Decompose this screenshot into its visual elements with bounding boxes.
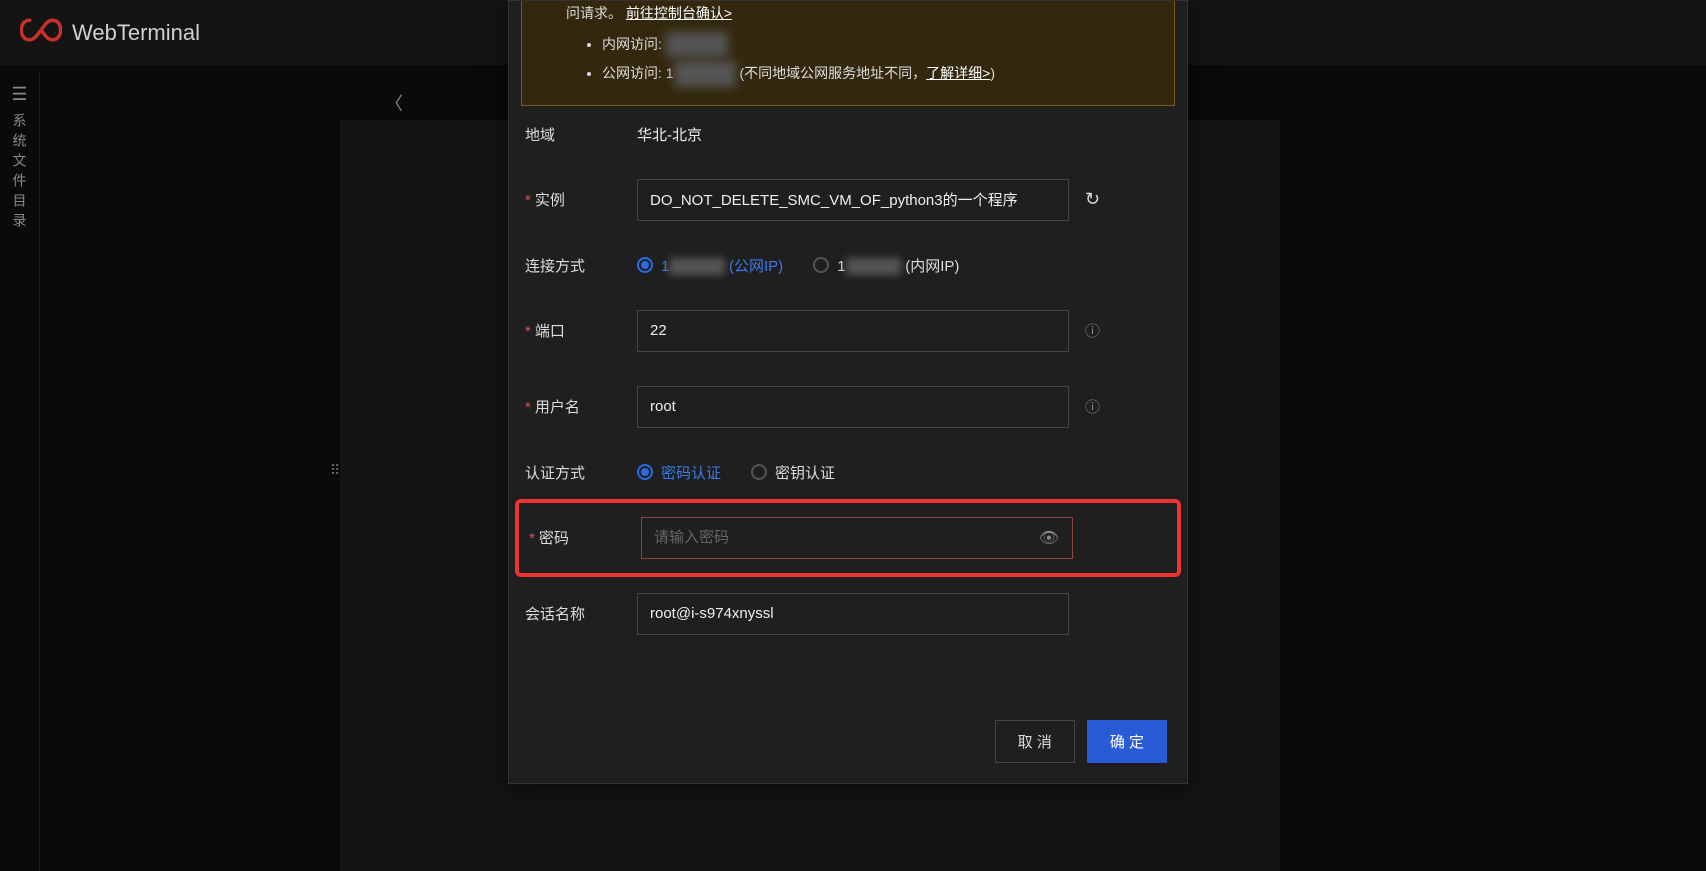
back-icon[interactable]: 〈 (385, 90, 403, 116)
paren-close: ) (990, 65, 995, 81)
notice-intranet: 内网访问: xx (602, 30, 1160, 59)
row-port: *端口 ⓘ (525, 310, 1171, 352)
radio-dot-icon (637, 257, 653, 273)
connection-label: 连接方式 (525, 255, 637, 276)
notice-public: 公网访问: 1xx (不同地域公网服务地址不同，了解详细>) (602, 59, 1160, 88)
console-link[interactable]: 前往控制台确认> (626, 5, 732, 21)
row-connection: 连接方式 1x (公网IP) 1x (内网IP) (525, 255, 1171, 276)
password-input[interactable] (641, 517, 1073, 559)
port-label: *端口 (525, 320, 637, 341)
notice-box: 问请求。 前往控制台确认> 内网访问: xx 公网访问: 1xx (不同地域公网… (521, 1, 1175, 106)
logo-icon (20, 16, 62, 49)
radio-password-auth[interactable]: 密码认证 (637, 462, 721, 483)
logo: WebTerminal (20, 16, 200, 49)
notice-intranet-label: 内网访问: (602, 36, 666, 52)
refresh-icon[interactable]: ↻ (1085, 189, 1100, 210)
notice-public-label: 公网访问: 1 (602, 65, 674, 81)
redacted-ip: xx (666, 32, 728, 57)
username-input[interactable] (637, 386, 1069, 428)
radio-dot-icon (637, 464, 653, 480)
radio-key-auth[interactable]: 密钥认证 (751, 462, 835, 483)
sidebar-label[interactable]: 系统文件目录 (10, 113, 30, 233)
help-icon[interactable]: ⓘ (1085, 396, 1100, 417)
notice-public-suffix: (不同地域公网服务地址不同， (739, 65, 926, 81)
pub-ip-suffix: (公网IP) (729, 258, 783, 275)
redacted-ip: x (846, 258, 902, 275)
redacted-ip: xx (674, 61, 736, 86)
row-username: *用户名 ⓘ (525, 386, 1171, 428)
eye-icon[interactable]: 👁 (1039, 528, 1059, 548)
confirm-button[interactable]: 确 定 (1087, 720, 1167, 763)
instance-label: *实例 (525, 189, 637, 210)
drag-handle-icon[interactable]: ⠿ (330, 462, 338, 479)
row-auth: 认证方式 密码认证 密钥认证 (525, 462, 1171, 483)
row-password: *密码 👁 (525, 517, 1171, 559)
priv-ip-prefix: 1 (837, 258, 845, 275)
username-label: *用户名 (525, 396, 637, 417)
port-input[interactable] (637, 310, 1069, 352)
session-input[interactable] (637, 593, 1069, 635)
auth-key-label: 密钥认证 (775, 462, 835, 483)
help-icon[interactable]: ⓘ (1085, 320, 1100, 341)
cancel-button[interactable]: 取 消 (995, 720, 1075, 763)
priv-ip-suffix: (内网IP) (905, 258, 959, 275)
row-instance: *实例 ↻ (525, 179, 1171, 221)
radio-dot-icon (751, 464, 767, 480)
row-region: 地域 华北-北京 (525, 124, 1171, 145)
notice-text: 问请求。 (566, 5, 622, 21)
form: 地域 华北-北京 *实例 ↻ 连接方式 1x (公网IP) 1x (内网IP) (509, 106, 1187, 635)
modal-footer: 取 消 确 定 (995, 720, 1167, 763)
password-highlight: *密码 👁 (515, 499, 1181, 577)
learn-more-link[interactable]: 了解详细> (926, 65, 990, 81)
session-label: 会话名称 (525, 603, 637, 624)
radio-private-ip[interactable]: 1x (内网IP) (813, 255, 959, 276)
row-session: 会话名称 (525, 593, 1171, 635)
radio-public-ip[interactable]: 1x (公网IP) (637, 255, 783, 276)
redacted-ip: x (669, 258, 725, 275)
region-label: 地域 (525, 124, 637, 145)
password-label: *密码 (529, 527, 641, 548)
region-value: 华北-北京 (637, 124, 702, 145)
auth-label: 认证方式 (525, 462, 637, 483)
auth-pwd-label: 密码认证 (661, 462, 721, 483)
instance-input[interactable] (637, 179, 1069, 221)
brand-text: WebTerminal (72, 20, 200, 46)
hamburger-icon[interactable]: ☰ (11, 84, 27, 105)
sidebar: ☰ 系统文件目录 (0, 72, 40, 871)
connection-modal: 问请求。 前往控制台确认> 内网访问: xx 公网访问: 1xx (不同地域公网… (508, 0, 1188, 784)
radio-dot-icon (813, 257, 829, 273)
